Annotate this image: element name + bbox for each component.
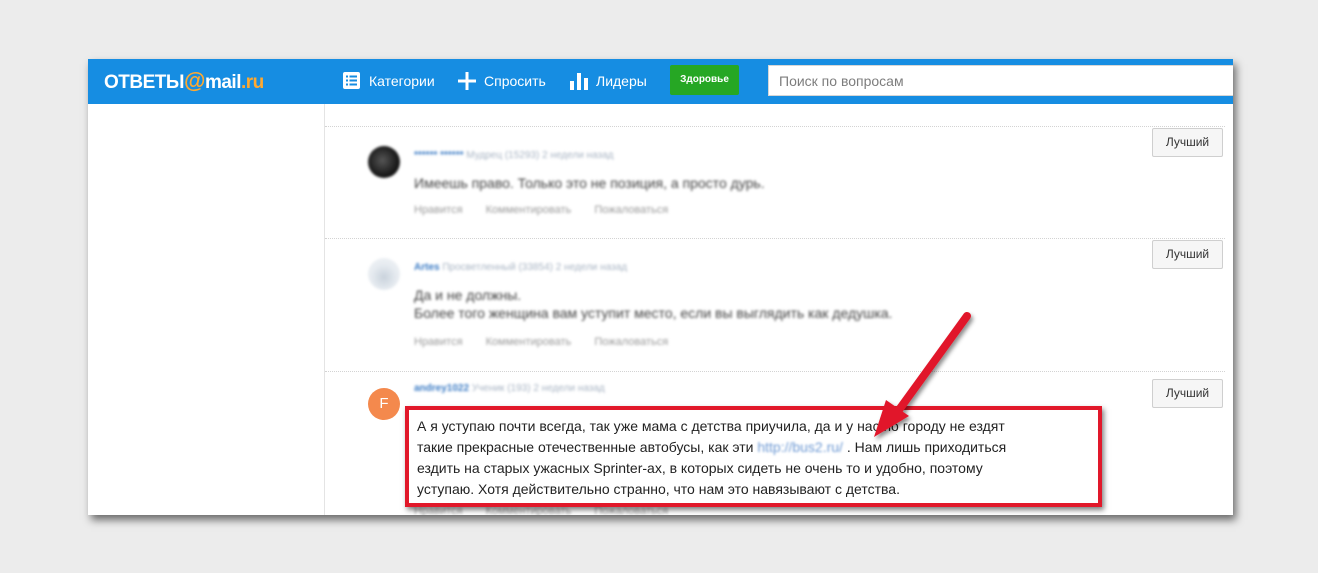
bar-chart-icon	[570, 73, 588, 90]
best-answer-button[interactable]: Лучший	[1152, 240, 1223, 269]
logo-mail: mail	[204, 72, 242, 93]
answer-time: 2 недели назад	[533, 383, 605, 394]
answer-meta: andrey1022 Ученик (193) 2 недели назад	[414, 383, 605, 394]
search-input[interactable]	[768, 65, 1233, 96]
answer-text-line: Да и не должны.	[414, 287, 522, 303]
health-button[interactable]: Здоровье	[670, 65, 739, 95]
plus-icon	[458, 72, 476, 90]
answer-item: ****** ****** Мудрец (15293) 2 недели на…	[325, 126, 1225, 238]
answer-text-line: А я уступаю почти всегда, так уже мама с…	[417, 418, 1005, 434]
author-name[interactable]: ****** ******	[414, 150, 463, 161]
answer-text: Имеешь право. Только это не позиция, а п…	[414, 175, 765, 191]
answer-text-part: такие прекрасные отечественные автобусы,…	[417, 439, 758, 455]
author-status: Мудрец (15293)	[466, 150, 540, 161]
answer-text-line: Более того женщина вам уступит место, ес…	[414, 305, 893, 321]
like-link[interactable]: Нравится	[414, 336, 463, 348]
nav-ask-label: Спросить	[484, 73, 546, 89]
avatar[interactable]	[368, 146, 400, 178]
answer-text-line: такие прекрасные отечественные автобусы,…	[417, 437, 1098, 458]
highlighted-answer-text: А я уступаю почти всегда, так уже мама с…	[405, 406, 1102, 507]
author-status: Просветленный (33854)	[442, 262, 553, 273]
answer-text-line: ездить на старых ужасных Sprinter-ах, в …	[417, 460, 983, 476]
nav-categories-label: Категории	[369, 73, 435, 89]
best-answer-button[interactable]: Лучший	[1152, 128, 1223, 157]
list-icon	[343, 72, 360, 89]
like-link[interactable]: Нравится	[414, 204, 463, 216]
answer-meta: Artes Просветленный (33854) 2 недели наз…	[414, 262, 627, 273]
logo-at: @	[184, 68, 205, 93]
avatar[interactable]	[368, 258, 400, 290]
avatar[interactable]: F	[368, 388, 400, 420]
answer-link[interactable]: http://bus2.ru/	[757, 439, 843, 455]
best-answer-button[interactable]: Лучший	[1152, 379, 1223, 408]
author-name[interactable]: andrey1022	[414, 383, 469, 394]
author-status: Ученик (193)	[471, 383, 531, 394]
answer-meta: ****** ****** Мудрец (15293) 2 недели на…	[414, 150, 614, 161]
logo-text: ОТВЕТЫ	[104, 72, 185, 93]
comment-link[interactable]: Комментировать	[486, 204, 572, 216]
nav-leaders-label: Лидеры	[596, 73, 647, 89]
report-link[interactable]: Пожаловаться	[594, 336, 668, 348]
answer-actions: Нравится Комментировать Пожаловаться	[414, 204, 688, 216]
site-logo[interactable]: ОТВЕТЫ@mail.ru	[104, 68, 264, 94]
top-navigation-bar: ОТВЕТЫ@mail.ru Категории Спросить Лидеры…	[88, 59, 1233, 104]
comment-link[interactable]: Комментировать	[486, 336, 572, 348]
answer-text-part: . Нам лишь приходиться	[842, 439, 1007, 455]
answer-time: 2 недели назад	[542, 150, 614, 161]
logo-ru: .ru	[240, 72, 264, 93]
answer-text-line: уступаю. Хотя действительно странно, что…	[417, 481, 900, 497]
left-sidebar	[88, 104, 325, 515]
answer-time: 2 недели назад	[555, 262, 628, 273]
answer-actions: Нравится Комментировать Пожаловаться	[414, 336, 688, 348]
answer-item: Artes Просветленный (33854) 2 недели наз…	[325, 238, 1225, 371]
report-link[interactable]: Пожаловаться	[594, 204, 668, 216]
author-name[interactable]: Artes	[414, 262, 440, 273]
